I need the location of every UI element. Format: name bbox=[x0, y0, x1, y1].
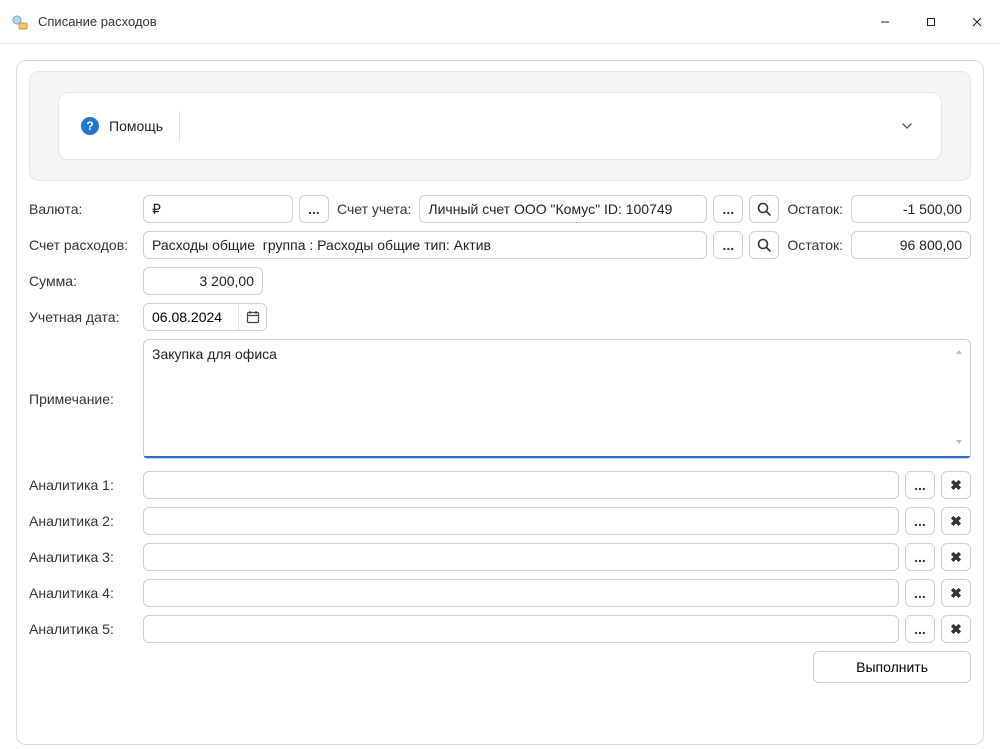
account-input[interactable] bbox=[419, 195, 707, 223]
analytics-1-lookup-button[interactable]: ... bbox=[905, 471, 935, 499]
analytics-5-clear-button[interactable]: ✖ bbox=[941, 615, 971, 643]
amount-input[interactable] bbox=[143, 267, 263, 295]
note-focus-underline bbox=[144, 456, 970, 458]
expense-balance-value bbox=[851, 231, 971, 259]
analytics-row-5: Аналитика 5: ... ✖ bbox=[29, 615, 971, 643]
help-card: ? Помощь bbox=[58, 92, 942, 160]
currency-input[interactable] bbox=[143, 195, 293, 223]
note-scroll-up[interactable] bbox=[954, 344, 964, 360]
help-section: ? Помощь bbox=[29, 71, 971, 181]
date-row: Учетная дата: bbox=[29, 303, 971, 331]
account-search-button[interactable] bbox=[749, 195, 779, 223]
analytics-row-1: Аналитика 1: ... ✖ bbox=[29, 471, 971, 499]
analytics-5-input[interactable] bbox=[143, 615, 899, 643]
note-textarea[interactable] bbox=[144, 340, 970, 456]
help-label: Помощь bbox=[109, 118, 163, 134]
expense-account-input[interactable] bbox=[143, 231, 707, 259]
analytics-2-clear-button[interactable]: ✖ bbox=[941, 507, 971, 535]
main-panel: ? Помощь Валюта: ... Счет учета: ... Ост… bbox=[16, 60, 984, 745]
titlebar: Списание расходов bbox=[0, 0, 1000, 44]
window-title: Списание расходов bbox=[38, 14, 157, 29]
window-minimize-button[interactable] bbox=[862, 0, 908, 44]
date-input[interactable] bbox=[144, 304, 238, 330]
analytics-3-label: Аналитика 3: bbox=[29, 549, 137, 565]
help-divider bbox=[179, 111, 180, 141]
currency-lookup-button[interactable]: ... bbox=[299, 195, 329, 223]
amount-label: Сумма: bbox=[29, 273, 137, 289]
analytics-5-label: Аналитика 5: bbox=[29, 621, 137, 637]
analytics-3-input[interactable] bbox=[143, 543, 899, 571]
window-maximize-button[interactable] bbox=[908, 0, 954, 44]
analytics-4-clear-button[interactable]: ✖ bbox=[941, 579, 971, 607]
analytics-1-label: Аналитика 1: bbox=[29, 477, 137, 493]
help-icon: ? bbox=[81, 117, 99, 135]
date-picker-button[interactable] bbox=[238, 303, 266, 331]
analytics-2-label: Аналитика 2: bbox=[29, 513, 137, 529]
analytics-1-input[interactable] bbox=[143, 471, 899, 499]
currency-account-row: Валюта: ... Счет учета: ... Остаток: bbox=[29, 195, 971, 223]
help-expand-button[interactable] bbox=[895, 114, 919, 138]
note-wrapper bbox=[143, 339, 971, 459]
expense-account-lookup-button[interactable]: ... bbox=[713, 231, 743, 259]
date-label: Учетная дата: bbox=[29, 309, 137, 325]
account-lookup-button[interactable]: ... bbox=[713, 195, 743, 223]
currency-label: Валюта: bbox=[29, 201, 137, 217]
analytics-row-2: Аналитика 2: ... ✖ bbox=[29, 507, 971, 535]
execute-button[interactable]: Выполнить bbox=[813, 651, 971, 683]
analytics-3-lookup-button[interactable]: ... bbox=[905, 543, 935, 571]
expense-balance-label: Остаток: bbox=[785, 237, 845, 253]
window-close-button[interactable] bbox=[954, 0, 1000, 44]
help-button[interactable]: ? Помощь bbox=[81, 117, 163, 135]
analytics-2-lookup-button[interactable]: ... bbox=[905, 507, 935, 535]
account-balance-value bbox=[851, 195, 971, 223]
analytics-4-lookup-button[interactable]: ... bbox=[905, 579, 935, 607]
analytics-2-input[interactable] bbox=[143, 507, 899, 535]
expense-account-search-button[interactable] bbox=[749, 231, 779, 259]
app-icon bbox=[10, 12, 30, 32]
note-scroll-down[interactable] bbox=[954, 434, 964, 450]
account-balance-label: Остаток: bbox=[785, 201, 845, 217]
analytics-3-clear-button[interactable]: ✖ bbox=[941, 543, 971, 571]
account-label: Счет учета: bbox=[335, 201, 413, 217]
note-label: Примечание: bbox=[29, 391, 137, 407]
footer-row: Выполнить bbox=[29, 651, 971, 683]
analytics-4-label: Аналитика 4: bbox=[29, 585, 137, 601]
expense-account-row: Счет расходов: ... Остаток: bbox=[29, 231, 971, 259]
note-row: Примечание: bbox=[29, 339, 971, 459]
analytics-5-lookup-button[interactable]: ... bbox=[905, 615, 935, 643]
analytics-row-4: Аналитика 4: ... ✖ bbox=[29, 579, 971, 607]
amount-row: Сумма: bbox=[29, 267, 971, 295]
expense-account-label: Счет расходов: bbox=[29, 237, 137, 253]
analytics-4-input[interactable] bbox=[143, 579, 899, 607]
analytics-1-clear-button[interactable]: ✖ bbox=[941, 471, 971, 499]
analytics-row-3: Аналитика 3: ... ✖ bbox=[29, 543, 971, 571]
